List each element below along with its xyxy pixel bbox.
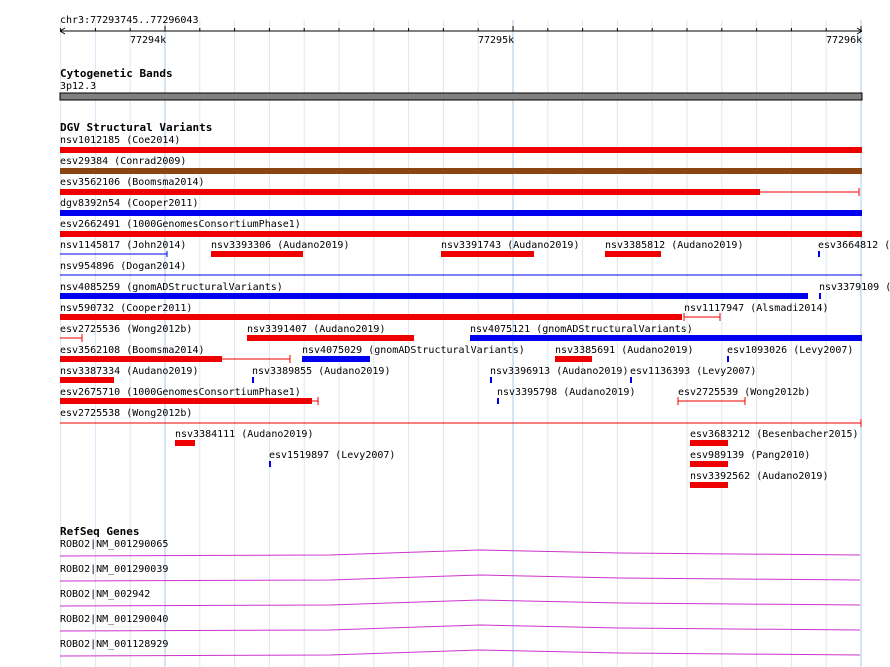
sv-bar-nsv3396913[interactable] [490, 377, 492, 383]
sv-bar-nsv3392562[interactable] [690, 482, 728, 488]
sv-bar-nsv3389855[interactable] [252, 377, 254, 383]
sv-label[interactable]: nsv3393306 (Audano2019) [211, 240, 349, 251]
sv-label[interactable]: esv29384 (Conrad2009) [60, 156, 186, 167]
sv-label[interactable]: nsv590732 (Cooper2011) [60, 303, 192, 314]
sv-bar-esv1136393[interactable] [630, 377, 632, 383]
gene-line-NM_001128929[interactable] [59, 649, 861, 657]
vertical-grid [60, 20, 862, 667]
sv-label[interactable]: nsv3396913 (Audano2019) [490, 366, 628, 377]
sv-label[interactable]: esv2725539 (Wong2012b) [678, 387, 810, 398]
sv-bar-dgv8392n54[interactable] [60, 210, 862, 216]
sv-bar-nsv3391743[interactable] [441, 251, 534, 257]
sv-label[interactable]: nsv3392562 (Audano2019) [690, 471, 828, 482]
sv-bar-nsv4075029[interactable] [302, 356, 370, 362]
sv-label[interactable]: esv3562108 (Boomsma2014) [60, 345, 205, 356]
sv-bar-esv989139[interactable] [690, 461, 728, 467]
sv-label[interactable]: nsv954896 (Dogan2014) [60, 261, 186, 272]
sv-bar-esv1519897[interactable] [269, 461, 271, 467]
sv-bar-nsv3387334[interactable] [60, 377, 114, 383]
sv-label[interactable]: nsv1012185 (Coe2014) [60, 135, 180, 146]
sv-bar-esv2662491[interactable] [60, 231, 862, 237]
ruler [59, 26, 863, 35]
sv-bar-nsv3385812[interactable] [605, 251, 661, 257]
sv-label[interactable]: esv1093026 (Levy2007) [727, 345, 853, 356]
gene-label[interactable]: ROBO2|NM_001290039 [60, 564, 168, 575]
sv-label[interactable]: nsv1117947 (Alsmadi2014) [684, 303, 829, 314]
sv-bar-esv29384[interactable] [60, 168, 862, 174]
track-title-cytoband: Cytogenetic Bands [60, 67, 173, 80]
sv-label[interactable]: nsv3391407 (Audano2019) [247, 324, 385, 335]
sv-label[interactable]: nsv4075121 (gnomADStructuralVariants) [470, 324, 693, 335]
sv-bar-nsv3379109[interactable] [819, 293, 821, 299]
sv-label[interactable]: esv2725538 (Wong2012b) [60, 408, 192, 419]
sv-label[interactable]: nsv4085259 (gnomADStructuralVariants) [60, 282, 283, 293]
sv-bar-nsv3395798[interactable] [497, 398, 499, 404]
sv-bar-esv3664812[interactable] [818, 251, 820, 257]
sv-label[interactable]: esv3683212 (Besenbacher2015) [690, 429, 859, 440]
sv-label[interactable]: dgv8392n54 (Cooper2011) [60, 198, 198, 209]
sv-bar-esv3562106[interactable] [60, 189, 760, 195]
refseq-genes [59, 549, 861, 657]
sv-bar-nsv4075121[interactable] [470, 335, 862, 341]
ruler-tick-label: 77294k [130, 35, 167, 46]
gene-label[interactable]: ROBO2|NM_002942 [60, 589, 150, 600]
sv-label[interactable]: nsv3387334 (Audano2019) [60, 366, 198, 377]
sv-label[interactable]: nsv3395798 (Audano2019) [497, 387, 635, 398]
sv-label[interactable]: esv1136393 (Levy2007) [630, 366, 756, 377]
sv-bar-esv1093026[interactable] [727, 356, 729, 362]
sv-label[interactable]: esv989139 (Pang2010) [690, 450, 810, 461]
sv-label[interactable]: nsv1145817 (John2014) [60, 240, 186, 251]
sv-label[interactable]: nsv3385812 (Audano2019) [605, 240, 743, 251]
gene-line-NM_002942[interactable] [59, 599, 861, 607]
track-title-refseq: RefSeq Genes [60, 525, 140, 538]
ruler-tick-label: 77295k [478, 35, 515, 46]
gene-label[interactable]: ROBO2|NM_001290065 [60, 539, 168, 550]
cytoband-bar[interactable] [59, 92, 863, 101]
sv-label[interactable]: esv2675710 (1000GenomesConsortiumPhase1) [60, 387, 301, 398]
sv-bar-nsv590732[interactable] [60, 314, 682, 320]
sv-bar-nsv3384111[interactable] [175, 440, 195, 446]
gene-line-NM_001290039[interactable] [59, 574, 861, 582]
sv-bar-nsv3385691[interactable] [555, 356, 592, 362]
sv-bar-esv3562108[interactable] [60, 356, 222, 362]
sv-label[interactable]: nsv3379109 ( [819, 282, 890, 293]
sv-label[interactable]: esv2725536 (Wong2012b) [60, 324, 192, 335]
sv-bar-nsv3393306[interactable] [211, 251, 303, 257]
sv-label[interactable]: esv3664812 ( [818, 240, 890, 251]
sv-bar-nsv4085259[interactable] [60, 293, 808, 299]
sv-label[interactable]: nsv3385691 (Audano2019) [555, 345, 693, 356]
sv-label[interactable]: nsv3391743 (Audano2019) [441, 240, 579, 251]
cytoband-label: 3p12.3 [60, 81, 97, 92]
sv-bar-nsv1012185[interactable] [60, 147, 862, 153]
sv-label[interactable]: nsv4075029 (gnomADStructuralVariants) [302, 345, 525, 356]
gene-line-NM_001290065[interactable] [59, 549, 861, 557]
sv-bar-esv3683212[interactable] [690, 440, 728, 446]
sv-label[interactable]: nsv3389855 (Audano2019) [252, 366, 390, 377]
ruler-tick-label: 77296k [826, 35, 863, 46]
sv-label[interactable]: esv2662491 (1000GenomesConsortiumPhase1) [60, 219, 301, 230]
gene-line-NM_001290040[interactable] [59, 624, 861, 632]
sv-label[interactable]: esv3562106 (Boomsma2014) [60, 177, 205, 188]
sv-bar-nsv3391407[interactable] [247, 335, 414, 341]
sv-label[interactable]: esv1519897 (Levy2007) [269, 450, 395, 461]
sv-bar-esv2675710[interactable] [60, 398, 312, 404]
track-title-dgv: DGV Structural Variants [60, 121, 213, 134]
ruler-location: chr3:77293745..77296043 [60, 15, 199, 26]
gene-label[interactable]: ROBO2|NM_001290040 [60, 614, 168, 625]
sv-label[interactable]: nsv3384111 (Audano2019) [175, 429, 313, 440]
genome-browser-view: chr3:77293745..77296043 77294k 77295k 77… [0, 0, 890, 667]
gene-label[interactable]: ROBO2|NM_001128929 [60, 639, 168, 650]
